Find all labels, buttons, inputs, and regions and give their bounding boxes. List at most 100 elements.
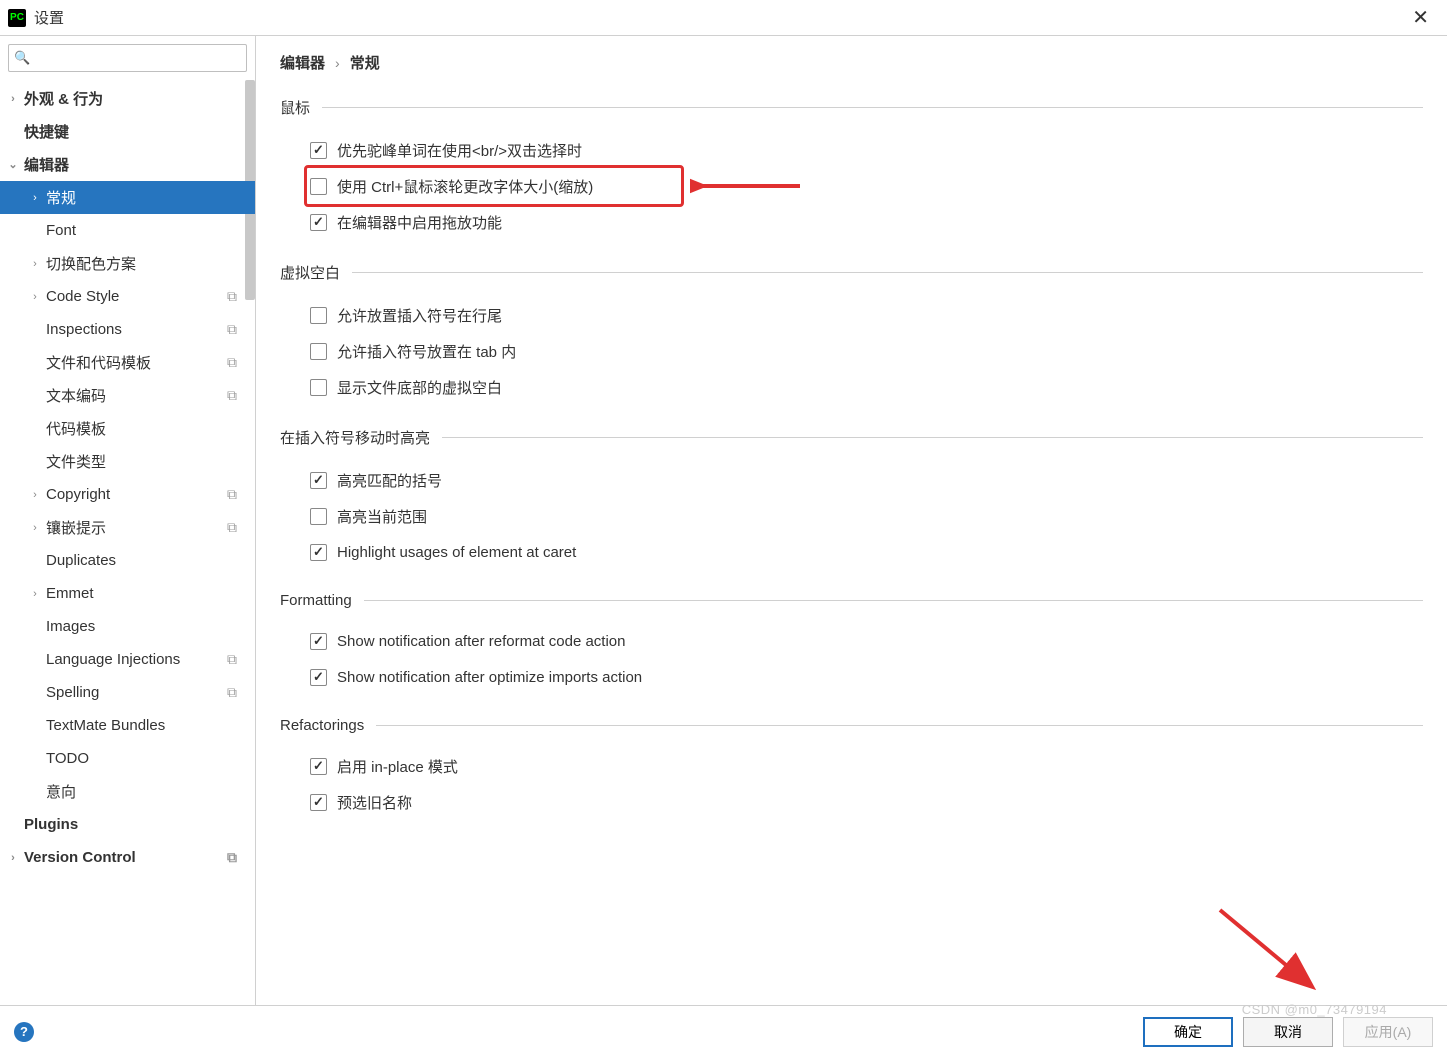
tree-item-label: 文件和代码模板: [42, 352, 151, 373]
scope-icon: ⧉: [227, 519, 237, 536]
scope-icon: ⧉: [227, 849, 237, 866]
titlebar: PC 设置 ✕: [0, 0, 1447, 36]
tree-item-label: 意向: [42, 781, 76, 802]
window-title: 设置: [34, 7, 64, 28]
tree-item[interactable]: ⌄编辑器: [0, 148, 255, 181]
checkbox-row[interactable]: 允许插入符号放置在 tab 内: [280, 333, 1423, 369]
tree-item[interactable]: ›镶嵌提示 ⧉: [0, 511, 255, 544]
breadcrumb-leaf: 常规: [350, 52, 380, 73]
checkbox-row[interactable]: Highlight usages of element at caret: [280, 534, 1423, 570]
tree-item[interactable]: TODO: [0, 742, 255, 775]
checkbox-row[interactable]: Show notification after reformat code ac…: [280, 623, 1423, 659]
tree-item-label: 镶嵌提示: [42, 517, 106, 538]
tree-item[interactable]: 代码模板: [0, 412, 255, 445]
tree-item[interactable]: Plugins: [0, 808, 255, 841]
checkbox-row[interactable]: 预选旧名称: [280, 784, 1423, 820]
tree-item[interactable]: 文本编码⧉: [0, 379, 255, 412]
chevron-icon: ›: [28, 192, 42, 204]
checkbox[interactable]: [310, 214, 327, 231]
tree-item-label: Emmet: [42, 585, 94, 602]
checkbox-row[interactable]: 在编辑器中启用拖放功能: [280, 204, 1423, 240]
tree-item-label: 文件类型: [42, 451, 106, 472]
tree-item-label: 编辑器: [20, 154, 69, 175]
settings-tree[interactable]: ›外观 & 行为快捷键⌄编辑器›常规Font›切换配色方案›Code Style…: [0, 80, 255, 1005]
tree-item[interactable]: ›常规: [0, 181, 255, 214]
close-icon[interactable]: ✕: [1402, 1, 1439, 34]
tree-item[interactable]: 文件和代码模板⧉: [0, 346, 255, 379]
tree-item[interactable]: ›Copyright⧉: [0, 478, 255, 511]
checkbox[interactable]: [310, 633, 327, 650]
tree-item-label: Spelling: [42, 684, 99, 701]
checkbox-label: 允许放置插入符号在行尾: [337, 305, 502, 326]
tree-item[interactable]: Inspections⧉: [0, 313, 255, 346]
cancel-button[interactable]: 取消: [1243, 1017, 1333, 1047]
tree-item-label: 外观 & 行为: [20, 88, 103, 109]
chevron-icon: ›: [6, 93, 20, 105]
tree-item-label: Images: [42, 618, 95, 635]
section-vspace: 虚拟空白允许放置插入符号在行尾允许插入符号放置在 tab 内显示文件底部的虚拟空…: [280, 262, 1423, 405]
tree-item[interactable]: ›外观 & 行为: [0, 82, 255, 115]
tree-item-label: 代码模板: [42, 418, 106, 439]
chevron-icon: ›: [6, 852, 20, 864]
checkbox[interactable]: [310, 142, 327, 159]
checkbox-row[interactable]: 显示文件底部的虚拟空白: [280, 369, 1423, 405]
tree-item-label: Duplicates: [42, 552, 116, 569]
chevron-icon: ›: [28, 258, 42, 270]
sidebar: 🔍 ›外观 & 行为快捷键⌄编辑器›常规Font›切换配色方案›Code Sty…: [0, 36, 256, 1005]
checkbox-label: 优先驼峰单词在使用<br/>双击选择时: [337, 140, 582, 161]
tree-item-label: Language Injections: [42, 651, 180, 668]
checkbox-row[interactable]: 使用 Ctrl+鼠标滚轮更改字体大小(缩放): [280, 168, 1423, 204]
section-formatting: Formatting Show notification after reform…: [280, 592, 1423, 695]
checkbox[interactable]: [310, 472, 327, 489]
tree-item[interactable]: Spelling ⧉: [0, 676, 255, 709]
breadcrumb-root[interactable]: 编辑器: [280, 52, 325, 73]
checkbox[interactable]: [310, 178, 327, 195]
checkbox[interactable]: [310, 794, 327, 811]
chevron-icon: ›: [28, 291, 42, 303]
tree-item[interactable]: ›Code Style⧉: [0, 280, 255, 313]
checkbox-label: 启用 in-place 模式: [337, 756, 458, 777]
help-icon[interactable]: ?: [14, 1022, 34, 1042]
divider: [376, 725, 1423, 726]
checkbox-row[interactable]: 高亮匹配的括号: [280, 462, 1423, 498]
checkbox-label: 显示文件底部的虚拟空白: [337, 377, 502, 398]
section-title: 虚拟空白: [280, 262, 340, 283]
checkbox-row[interactable]: Show notification after optimize imports…: [280, 659, 1423, 695]
checkbox-row[interactable]: 启用 in-place 模式: [280, 748, 1423, 784]
tree-item[interactable]: Font: [0, 214, 255, 247]
content-panel: 编辑器 › 常规 鼠标优先驼峰单词在使用<br/>双击选择时使用 Ctrl+鼠标…: [256, 36, 1447, 1005]
divider: [364, 600, 1423, 601]
scope-icon: ⧉: [227, 486, 237, 503]
scope-icon: ⧉: [227, 684, 237, 701]
tree-item[interactable]: 意向: [0, 775, 255, 808]
checkbox[interactable]: [310, 544, 327, 561]
app-icon: PC: [8, 9, 26, 27]
checkbox[interactable]: [310, 343, 327, 360]
checkbox-label: 在编辑器中启用拖放功能: [337, 212, 502, 233]
checkbox[interactable]: [310, 758, 327, 775]
tree-item[interactable]: ›Version Control⧉: [0, 841, 255, 874]
checkbox-row[interactable]: 允许放置插入符号在行尾: [280, 297, 1423, 333]
section-mouse: 鼠标优先驼峰单词在使用<br/>双击选择时使用 Ctrl+鼠标滚轮更改字体大小(…: [280, 97, 1423, 240]
tree-item[interactable]: 文件类型: [0, 445, 255, 478]
checkbox-row[interactable]: 优先驼峰单词在使用<br/>双击选择时: [280, 132, 1423, 168]
checkbox[interactable]: [310, 669, 327, 686]
search-input[interactable]: [8, 44, 247, 72]
tree-item[interactable]: Language Injections⧉: [0, 643, 255, 676]
checkbox[interactable]: [310, 379, 327, 396]
tree-item[interactable]: 快捷键: [0, 115, 255, 148]
tree-item-label: TODO: [42, 750, 89, 767]
tree-item[interactable]: Duplicates: [0, 544, 255, 577]
checkbox-row[interactable]: 高亮当前范围: [280, 498, 1423, 534]
tree-item[interactable]: ›切换配色方案: [0, 247, 255, 280]
chevron-icon: ›: [28, 522, 42, 534]
tree-item[interactable]: TextMate Bundles: [0, 709, 255, 742]
checkbox-label: Show notification after optimize imports…: [337, 669, 642, 686]
checkbox[interactable]: [310, 508, 327, 525]
section-title: Formatting: [280, 592, 352, 609]
tree-item[interactable]: ›Emmet: [0, 577, 255, 610]
tree-item-label: Code Style: [42, 288, 119, 305]
ok-button[interactable]: 确定: [1143, 1017, 1233, 1047]
tree-item[interactable]: Images: [0, 610, 255, 643]
checkbox[interactable]: [310, 307, 327, 324]
